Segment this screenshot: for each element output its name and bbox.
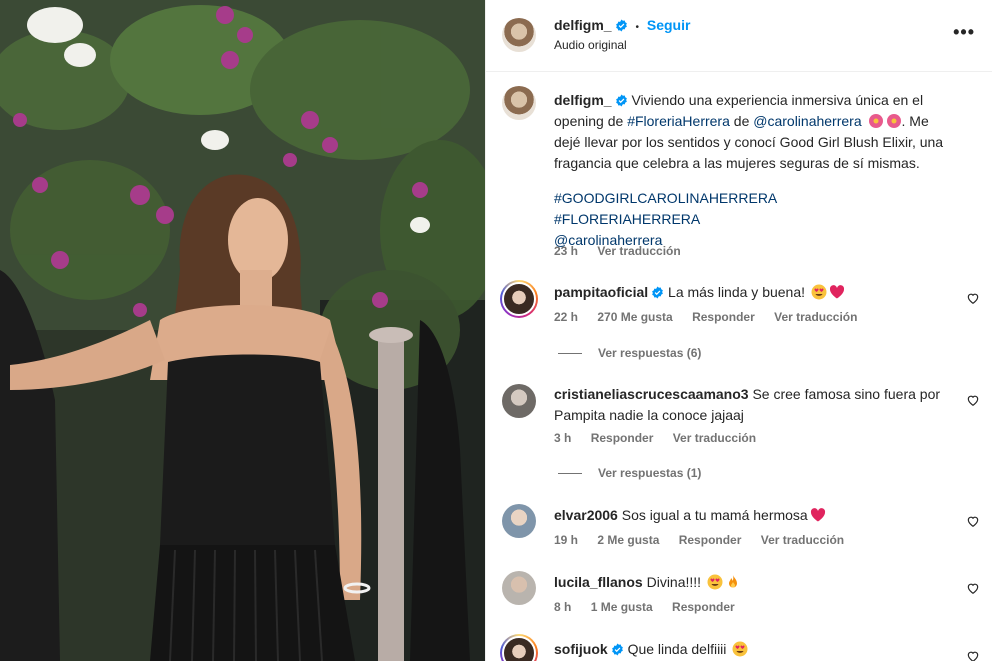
comment-meta: 8 h 1 Me gusta Responder (554, 600, 751, 614)
caption-username[interactable]: delfigm_ (554, 92, 612, 108)
post-caption: delfigm_ Viviendo una experiencia inmers… (554, 90, 954, 251)
verified-badge-icon (615, 19, 627, 32)
comment-likes[interactable]: 1 Me gusta (591, 600, 653, 614)
replies-label: Ver respuestas (1) (598, 466, 702, 480)
hashtag-goodgirl[interactable]: #GOODGIRLCAROLINAHERRERA (554, 190, 777, 206)
hashtag-floreriaherrera[interactable]: #FloreriaHerrera (627, 113, 730, 129)
like-heart-icon[interactable] (966, 581, 980, 595)
heart-eyes-emoji-icon (811, 284, 827, 300)
reply-button[interactable]: Responder (679, 533, 742, 547)
replies-divider (558, 353, 582, 355)
caption-avatar[interactable] (502, 86, 536, 120)
caption-meta: 23 h Ver traducción (554, 244, 697, 258)
like-heart-icon[interactable] (966, 514, 980, 528)
comment-cristian: cristianeliascrucescaamano3 Se cree famo… (554, 384, 954, 426)
verified-badge-icon (611, 643, 623, 656)
hibiscus-emoji-icon (886, 114, 901, 128)
post-media[interactable] (0, 0, 485, 661)
view-replies-button[interactable]: Ver respuestas (6) (558, 346, 701, 360)
header-username[interactable]: delfigm_ (554, 17, 612, 33)
comment-time[interactable]: 3 h (554, 431, 571, 445)
header-user-line: delfigm_ • Seguir (554, 17, 690, 33)
translate-button[interactable]: Ver traducción (761, 533, 844, 547)
comment-lucila: lucila_fllanos Divina!!!! (554, 572, 954, 593)
caption-text-de: de (733, 113, 750, 129)
post-header: delfigm_ • Seguir Audio original ••• (486, 0, 992, 72)
comment-sofijuok: sofijuok Que linda delfiiii (554, 639, 954, 660)
header-separator: • (635, 22, 639, 33)
reply-button[interactable]: Responder (591, 431, 654, 445)
comment-likes[interactable]: 2 Me gusta (597, 533, 659, 547)
comment-avatar-pampitaoficial[interactable] (500, 280, 538, 318)
like-heart-icon[interactable] (966, 393, 980, 407)
verified-badge-icon (652, 286, 664, 299)
comment-avatar-lucila[interactable] (502, 571, 536, 605)
owner-avatar[interactable] (502, 18, 536, 52)
comment-meta: 22 h 270 Me gusta Responder Ver traducci… (554, 310, 873, 324)
comment-body: Sos igual a tu mamá hermosa (621, 507, 808, 523)
comment-body: La más linda y buena! (668, 284, 806, 300)
post-photo (0, 0, 485, 661)
comment-pampitaoficial: pampitaoficial La más linda y buena! (554, 282, 954, 303)
comment-time[interactable]: 22 h (554, 310, 578, 324)
comment-username[interactable]: lucila_fllanos (554, 574, 643, 590)
comment-time[interactable]: 19 h (554, 533, 578, 547)
comment-avatar-cristian[interactable] (502, 384, 536, 418)
reply-button[interactable]: Responder (692, 310, 755, 324)
translate-button[interactable]: Ver traducción (673, 431, 756, 445)
hibiscus-emoji-icon (868, 114, 883, 128)
comment-time[interactable]: 8 h (554, 600, 571, 614)
verified-badge-icon (615, 94, 627, 107)
hashtag-floreria[interactable]: #FLORERIAHERRERA (554, 211, 700, 227)
like-heart-icon[interactable] (966, 649, 980, 661)
comment-username[interactable]: elvar2006 (554, 507, 618, 523)
reply-button[interactable]: Responder (672, 600, 735, 614)
view-replies-button[interactable]: Ver respuestas (1) (558, 466, 701, 480)
caption-translate[interactable]: Ver traducción (597, 244, 680, 258)
comment-username[interactable]: cristianeliascrucescaamano3 (554, 386, 749, 402)
comment-body: Que linda delfiiii (627, 641, 727, 657)
heart-eyes-emoji-icon (707, 574, 723, 590)
mention-carolinaherrera[interactable]: @carolinaherrera (753, 113, 861, 129)
comment-meta: 19 h 2 Me gusta Responder Ver traducción (554, 533, 860, 547)
audio-label[interactable]: Audio original (554, 38, 627, 52)
post-details-panel: delfigm_ • Seguir Audio original ••• del… (485, 0, 992, 661)
red-heart-emoji-icon (829, 285, 844, 299)
comment-likes[interactable]: 270 Me gusta (597, 310, 672, 324)
caption-time[interactable]: 23 h (554, 244, 578, 258)
heart-eyes-emoji-icon (732, 641, 748, 657)
comment-username[interactable]: sofijuok (554, 641, 608, 657)
replies-divider (558, 473, 582, 475)
red-heart-emoji-icon (810, 508, 825, 522)
comment-body: Divina!!!! (646, 574, 702, 590)
fire-emoji-icon (728, 575, 737, 588)
translate-button[interactable]: Ver traducción (774, 310, 857, 324)
replies-label: Ver respuestas (6) (598, 346, 702, 360)
comment-avatar-sofijuok[interactable] (500, 634, 538, 661)
more-options-button[interactable]: ••• (953, 23, 975, 41)
comment-username[interactable]: pampitaoficial (554, 284, 648, 300)
follow-button[interactable]: Seguir (647, 17, 691, 33)
like-heart-icon[interactable] (966, 291, 980, 305)
comment-elvar2006: elvar2006 Sos igual a tu mamá hermosa (554, 505, 954, 526)
comment-avatar-elvar2006[interactable] (502, 504, 536, 538)
comment-meta: 3 h Responder Ver traducción (554, 431, 772, 445)
